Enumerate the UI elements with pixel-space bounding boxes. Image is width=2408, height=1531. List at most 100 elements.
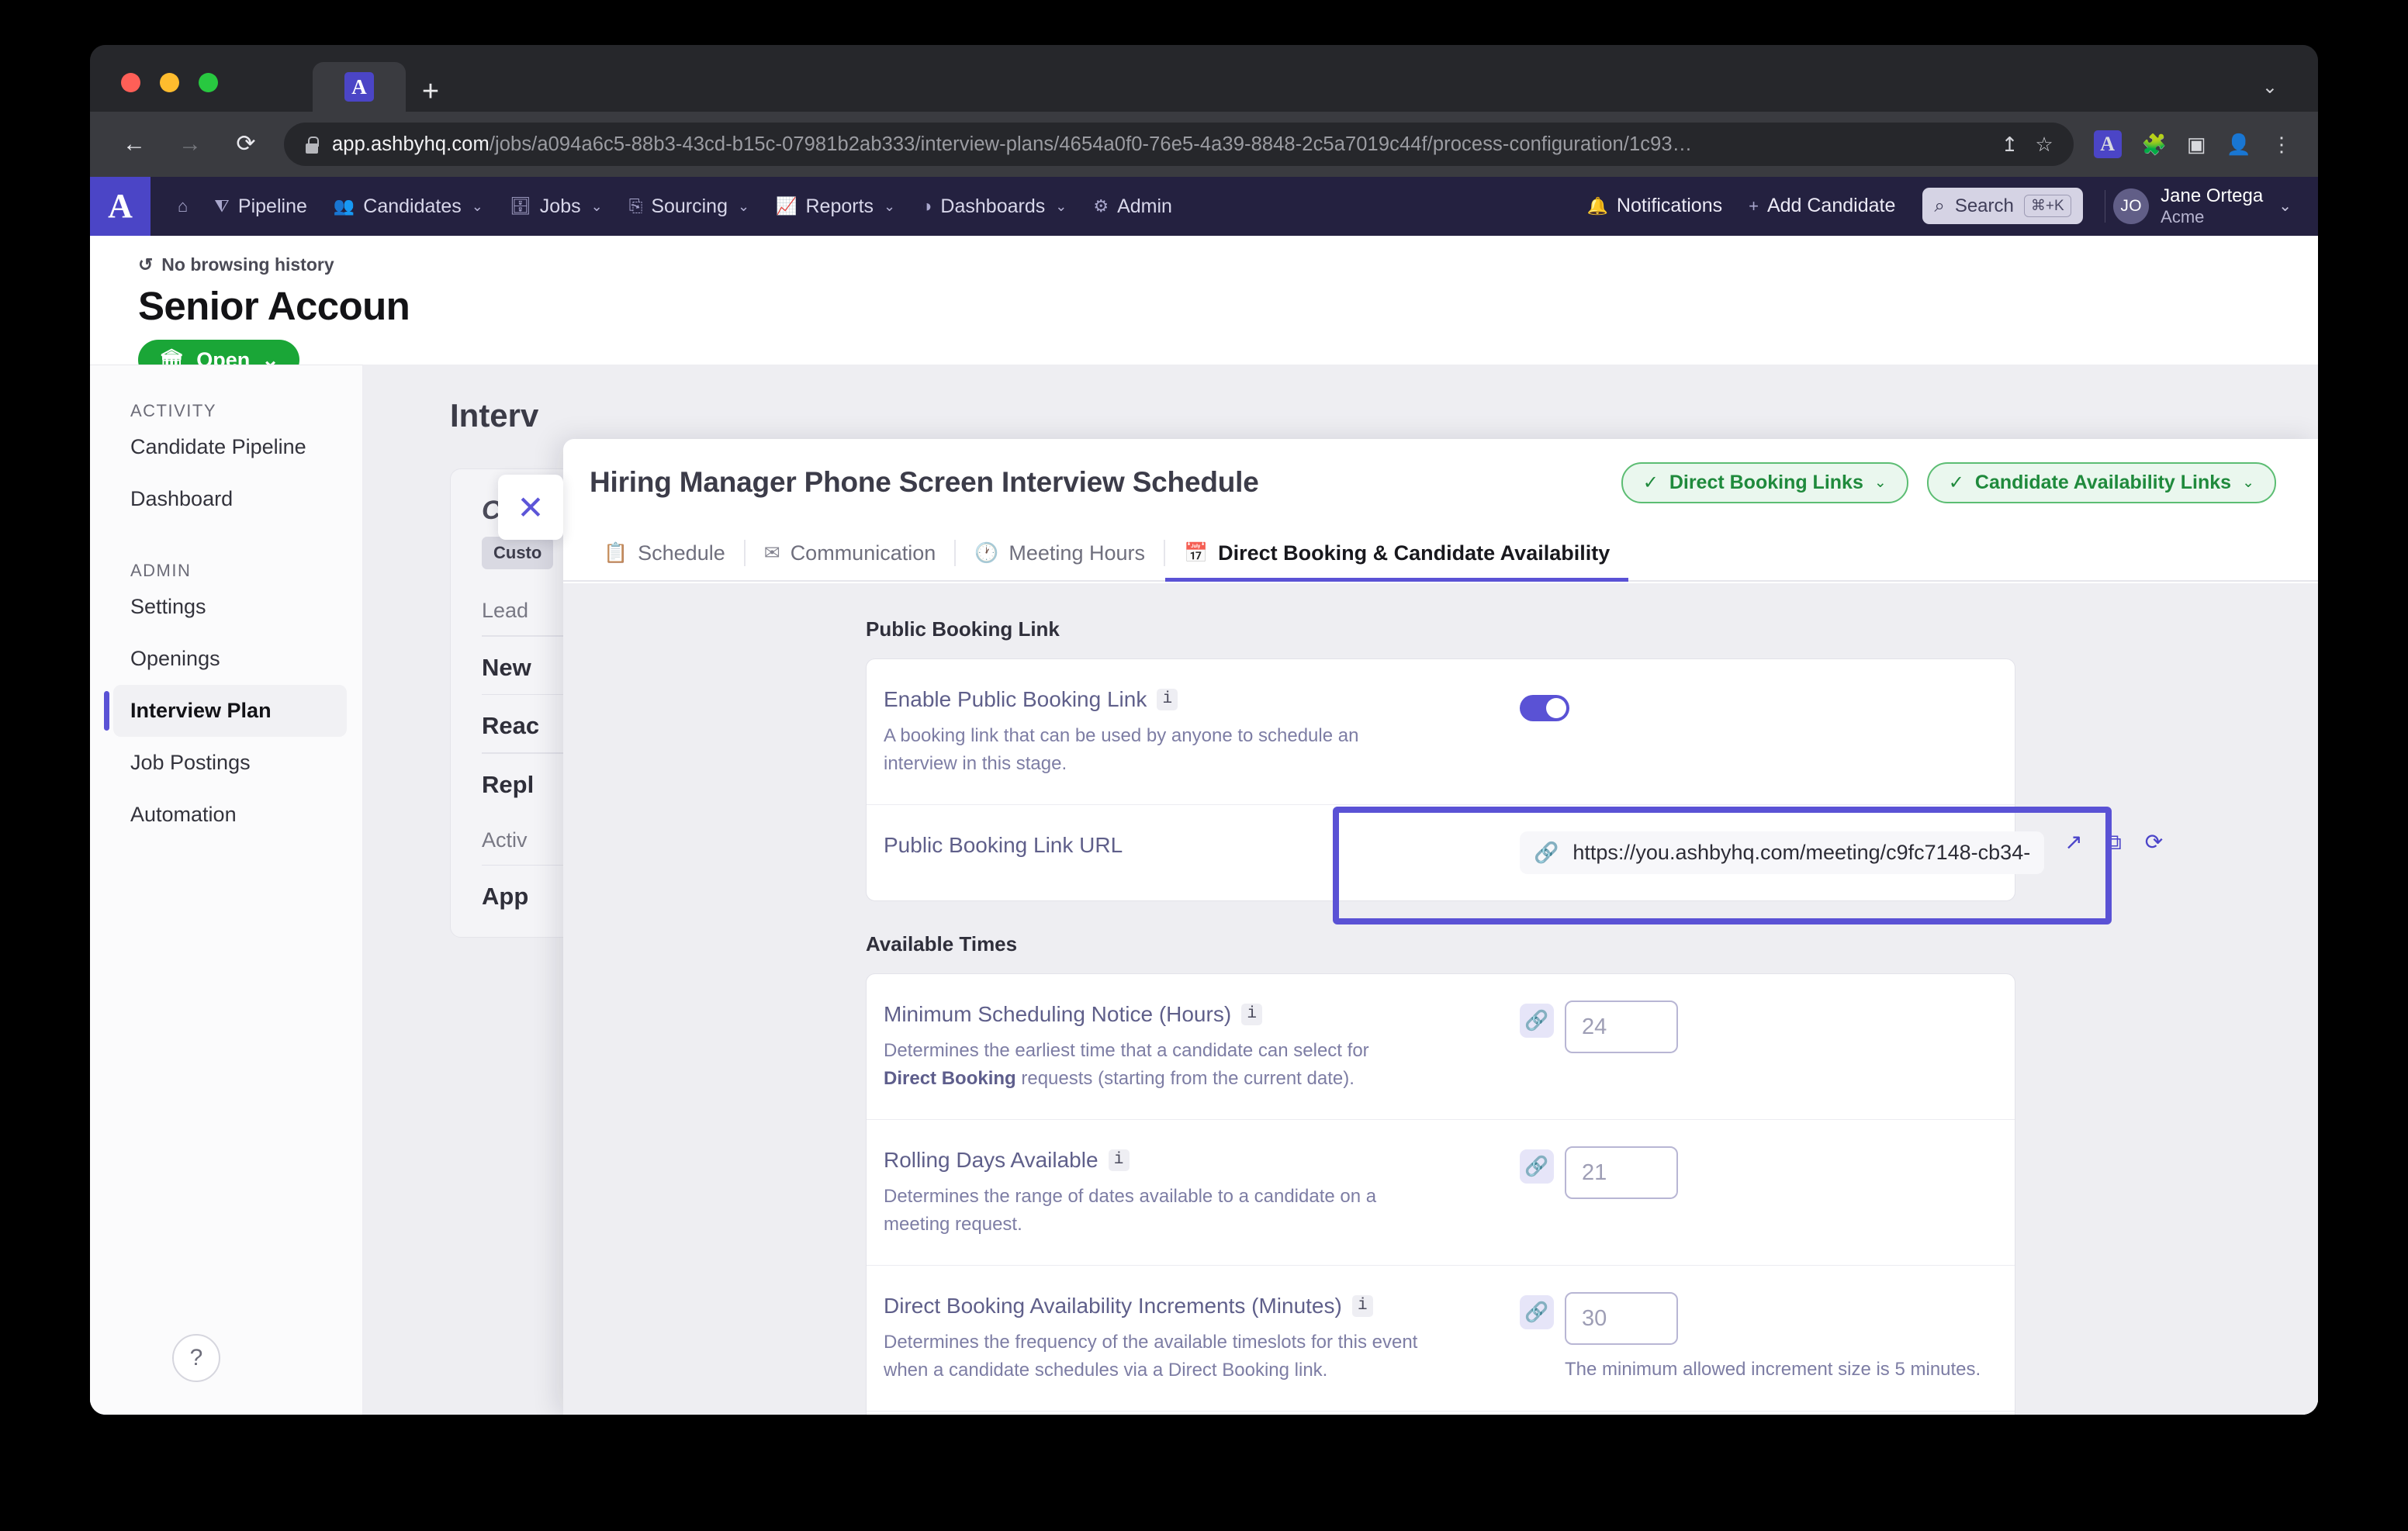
ashby-extension-icon[interactable]: A — [2094, 130, 2122, 158]
field-label: Rolling Days Available i — [884, 1146, 1520, 1173]
tab-label: Schedule — [638, 541, 725, 565]
share-icon[interactable]: ↥ — [2001, 134, 2019, 154]
job-sidebar: ACTIVITY Candidate Pipeline Dashboard AD… — [90, 365, 363, 1415]
help-button[interactable]: ? — [172, 1334, 220, 1382]
clipboard-icon: 📋 — [604, 542, 628, 565]
browser-extensions: A 🧩 ▣ 👤 ⋮ — [2094, 130, 2292, 158]
search-placeholder: Search — [1955, 195, 2014, 217]
page-title: Senior Accoun — [90, 275, 509, 329]
section-heading-available-times: Available Times — [563, 932, 2318, 956]
help-suffix: requests (starting from the current date… — [1016, 1068, 1354, 1089]
nav-label: Admin — [1117, 195, 1172, 218]
nav-label: Dashboards — [940, 195, 1045, 218]
briefcase-icon: 🗄 — [510, 198, 531, 215]
nav-pipeline[interactable]: ⧨ Pipeline — [201, 189, 320, 224]
direct-booking-increments-row: Direct Booking Availability Increments (… — [867, 1266, 2015, 1412]
chevron-down-icon[interactable]: ⌄ — [2262, 76, 2278, 98]
close-window-button[interactable] — [121, 73, 140, 92]
sourcing-icon: ⎘ — [629, 198, 643, 215]
search-input[interactable]: ⌕ Search ⌘+K — [1922, 188, 2082, 224]
sidebar-item-openings[interactable]: Openings — [113, 633, 347, 685]
label-text: Public Booking Link URL — [884, 831, 1123, 859]
copy-icon[interactable]: ⧉ — [2106, 831, 2122, 853]
regenerate-icon[interactable]: ⟳ — [2145, 831, 2163, 853]
tab-meeting-hours[interactable]: 🕐 Meeting Hours — [956, 526, 1164, 580]
direct-booking-increments-input[interactable]: 30 — [1565, 1292, 1678, 1345]
forward-icon[interactable]: → — [172, 126, 208, 162]
add-candidate-button[interactable]: + Add Candidate — [1735, 188, 1908, 223]
nav-reports[interactable]: 📈 Reports ⌄ — [763, 189, 908, 224]
nav-jobs[interactable]: 🗄 Jobs ⌄ — [496, 189, 616, 224]
chart-icon: 📈 — [776, 198, 797, 215]
nav-home[interactable]: ⌂ — [164, 192, 201, 221]
sidebar-item-automation[interactable]: Automation — [113, 789, 347, 841]
chevron-down-icon: ⌄ — [738, 199, 749, 215]
browser-toolbar: ← → ⟳ app.ashbyhq.com/jobs/a094a6c5-88b3… — [90, 112, 2318, 177]
info-icon[interactable]: i — [1241, 1004, 1262, 1025]
avatar[interactable]: JO — [2113, 188, 2149, 224]
notifications-button[interactable]: 🔔 Notifications — [1574, 188, 1736, 223]
info-icon[interactable]: i — [1352, 1295, 1373, 1317]
ashby-logo-icon[interactable]: A — [90, 177, 150, 236]
bookmark-icon[interactable]: ☆ — [2035, 134, 2053, 154]
minimize-window-button[interactable] — [160, 73, 179, 92]
close-icon[interactable]: ✕ — [498, 475, 563, 540]
bell-icon: 🔔 — [1587, 198, 1608, 215]
field-label: Enable Public Booking Link i — [884, 686, 1520, 713]
browser-menu-icon[interactable]: ⋮ — [2271, 134, 2292, 154]
rolling-days-available-input[interactable]: 21 — [1565, 1146, 1678, 1199]
address-bar[interactable]: app.ashbyhq.com/jobs/a094a6c5-88b3-43cd-… — [284, 123, 2074, 166]
sidebar-item-dashboard[interactable]: Dashboard — [113, 473, 347, 525]
browser-tab[interactable]: A — [313, 62, 406, 112]
info-icon[interactable]: i — [1109, 1149, 1130, 1171]
puzzle-icon[interactable]: 🧩 — [2142, 134, 2167, 154]
lock-icon — [304, 135, 320, 154]
link-icon[interactable]: 🔗 — [1520, 1295, 1554, 1329]
sidebar-item-job-postings[interactable]: Job Postings — [113, 737, 347, 789]
candidate-availability-links-button[interactable]: ✓ Candidate Availability Links ⌄ — [1927, 462, 2276, 503]
nav-candidates[interactable]: 👥 Candidates ⌄ — [320, 189, 496, 224]
nav-dashboards[interactable]: ◑ Dashboards ⌄ — [908, 189, 1080, 224]
new-tab-button[interactable]: + — [412, 73, 449, 110]
background-card-chip: Custo — [482, 537, 553, 569]
field-label-column: Public Booking Link URL — [884, 831, 1520, 859]
rolling-days-available-row: Rolling Days Available i Determines the … — [867, 1120, 2015, 1266]
interview-schedule-modal: Hiring Manager Phone Screen Interview Sc… — [563, 439, 2318, 1415]
info-icon[interactable]: i — [1157, 689, 1178, 710]
link-icon[interactable]: 🔗 — [1520, 1004, 1554, 1038]
pill-label: Candidate Availability Links — [1975, 472, 2231, 494]
nav-label: Jobs — [540, 195, 581, 218]
sidebar-item-candidate-pipeline[interactable]: Candidate Pipeline — [113, 421, 347, 473]
browser-tabstrip: A + ⌄ — [90, 45, 2318, 112]
modal-header-actions: ✓ Direct Booking Links ⌄ ✓ Candidate Ava… — [1621, 462, 2276, 503]
nav-label: Reports — [805, 195, 874, 218]
sidebar-item-interview-plan[interactable]: Interview Plan — [113, 685, 347, 737]
minimum-scheduling-notice-input[interactable]: 24 — [1565, 1001, 1678, 1053]
chevron-down-icon[interactable]: ⌄ — [2278, 196, 2292, 216]
public-booking-link-url-input[interactable]: 🔗 https://you.ashbyhq.com/meeting/c9fc71… — [1520, 831, 2044, 874]
field-label: Minimum Scheduling Notice (Hours) i — [884, 1001, 1520, 1028]
maximize-window-button[interactable] — [199, 73, 218, 92]
field-label: Direct Booking Availability Increments (… — [884, 1292, 1520, 1319]
user-menu[interactable]: Jane Ortega Acme — [2161, 185, 2263, 227]
profile-icon[interactable]: 👤 — [2226, 134, 2251, 154]
back-icon[interactable]: ← — [116, 126, 152, 162]
public-booking-link-card: Enable Public Booking Link i A booking l… — [866, 658, 2015, 901]
sidebar-item-settings[interactable]: Settings — [113, 581, 347, 633]
link-icon[interactable]: 🔗 — [1520, 1149, 1554, 1184]
tab-communication[interactable]: ✉ Communication — [746, 526, 955, 580]
envelope-icon: ✉ — [764, 541, 780, 565]
nav-admin[interactable]: ⚙ Admin — [1080, 189, 1185, 224]
modal-tabs: 📋 Schedule ✉ Communication 🕐 Meeting Hou… — [563, 526, 2318, 582]
tab-direct-booking-candidate-availability[interactable]: 📅 Direct Booking & Candidate Availabilit… — [1165, 526, 1628, 580]
direct-booking-links-button[interactable]: ✓ Direct Booking Links ⌄ — [1621, 462, 1908, 503]
enable-public-booking-link-toggle[interactable] — [1520, 695, 1569, 721]
nav-sourcing[interactable]: ⎘ Sourcing ⌄ — [616, 189, 763, 224]
field-input-group: 30 The minimum allowed increment size is… — [1565, 1292, 1981, 1381]
field-label-column: Minimum Scheduling Notice (Hours) i Dete… — [884, 1001, 1520, 1093]
reload-icon[interactable]: ⟳ — [228, 126, 264, 162]
side-panel-icon[interactable]: ▣ — [2187, 134, 2206, 154]
open-external-icon[interactable]: ↗ — [2064, 831, 2082, 853]
app-nav-items: ⌂ ⧨ Pipeline 👥 Candidates ⌄ 🗄 Jobs ⌄ — [150, 189, 1185, 224]
tab-schedule[interactable]: 📋 Schedule — [585, 526, 744, 580]
